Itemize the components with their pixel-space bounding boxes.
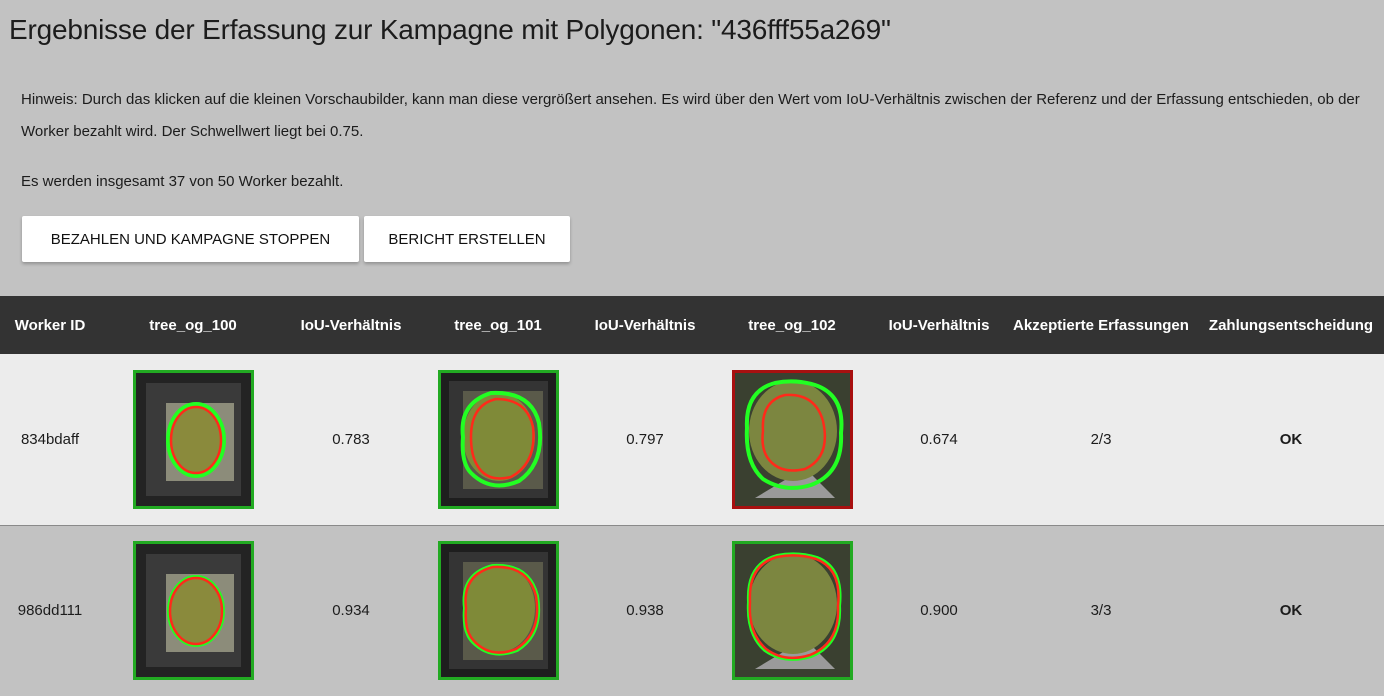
worker-id-cell: 834bdaff: [20, 430, 80, 448]
iou-cell: 0.783: [332, 430, 370, 448]
create-report-button[interactable]: BERICHT ERSTELLEN: [364, 216, 570, 262]
payment-decision-cell: OK: [1279, 430, 1303, 448]
iou-cell: 0.934: [332, 602, 370, 620]
thumb-cell: [710, 354, 874, 525]
table-row: 834bdaff 0.783 0.797 0.674 2/3 OK: [0, 354, 1384, 525]
header-iou-102: IoU-Verhältnis: [888, 316, 990, 334]
table-row: 986dd111 0.934 0.938 0.900 3/3 OK: [0, 525, 1384, 696]
header-iou-100: IoU-Verhältnis: [300, 316, 402, 334]
thumbnail-tree-og-101[interactable]: [437, 369, 559, 509]
accepted-cell: 3/3: [1090, 602, 1112, 620]
pay-and-stop-campaign-button[interactable]: BEZAHLEN UND KAMPAGNE STOPPEN: [22, 216, 359, 262]
payment-decision-cell: OK: [1279, 602, 1303, 620]
results-table: Worker ID tree_og_100 IoU-Verhältnis tre…: [0, 296, 1384, 696]
thumb-cell: [100, 525, 286, 696]
iou-cell: 0.900: [920, 602, 958, 620]
header-tree-og-101: tree_og_101: [454, 316, 542, 334]
header-tree-og-102: tree_og_102: [748, 316, 836, 334]
thumbnail-tree-og-102[interactable]: [731, 369, 853, 509]
worker-id-cell: 986dd111: [17, 602, 83, 620]
header-payment-decision: Zahlungsentscheidung: [1208, 316, 1374, 334]
thumb-cell: [416, 525, 580, 696]
accepted-cell: 2/3: [1090, 430, 1112, 448]
iou-cell: 0.674: [920, 430, 958, 448]
table-header-row: Worker ID tree_og_100 IoU-Verhältnis tre…: [0, 296, 1384, 354]
thumb-cell: [416, 354, 580, 525]
header-tree-og-100: tree_og_100: [149, 316, 237, 334]
thumbnail-tree-og-102[interactable]: [731, 541, 853, 681]
header-iou-101: IoU-Verhältnis: [594, 316, 696, 334]
thumb-cell: [710, 525, 874, 696]
hint-text: Hinweis: Durch das klicken auf die klein…: [21, 91, 1360, 140]
iou-cell: 0.797: [626, 430, 664, 448]
page-title: Ergebnisse der Erfassung zur Kampagne mi…: [9, 14, 891, 45]
header-worker-id: Worker ID: [14, 316, 86, 334]
thumbnail-tree-og-101[interactable]: [437, 541, 559, 681]
header-accepted-captures: Akzeptierte Erfassungen: [1013, 316, 1189, 334]
thumbnail-tree-og-100[interactable]: [132, 541, 254, 681]
payment-summary: Es werden insgesamt 37 von 50 Worker bez…: [21, 173, 344, 190]
iou-cell: 0.938: [626, 602, 664, 620]
thumb-cell: [100, 354, 286, 525]
thumbnail-tree-og-100[interactable]: [132, 369, 254, 509]
